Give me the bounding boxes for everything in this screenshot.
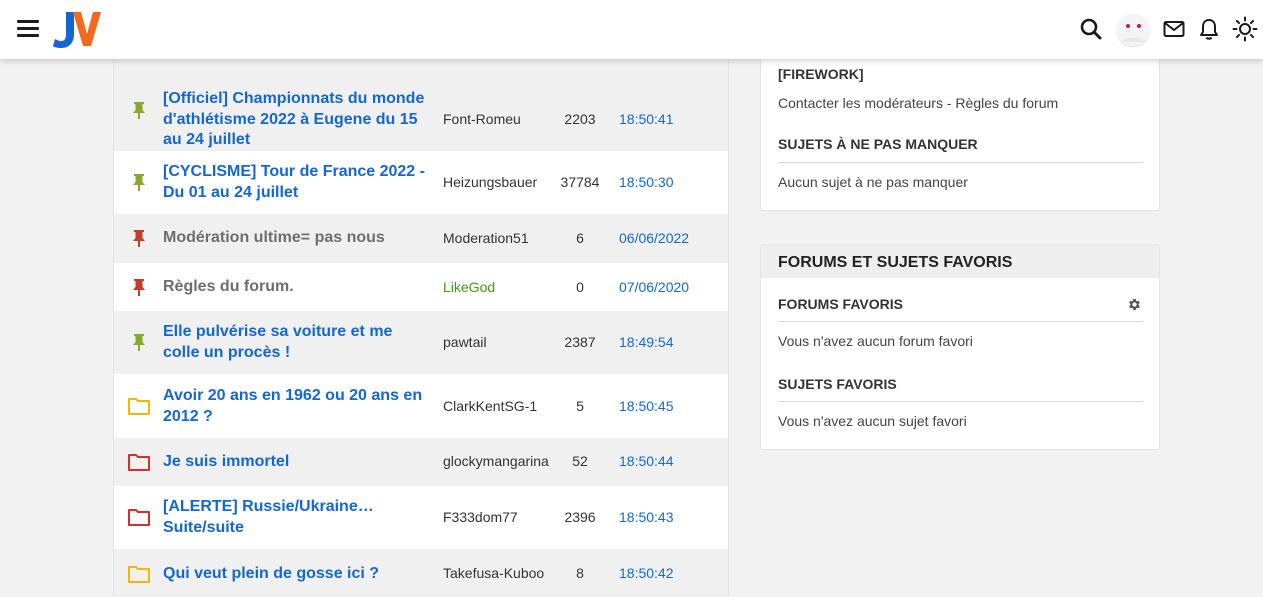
topic-author[interactable]: F333dom77 — [443, 509, 518, 525]
topic-title[interactable]: Règles du forum. — [163, 277, 431, 298]
topic-list-top — [114, 59, 728, 69]
topic-row[interactable]: [Officiel] Championnats du monde d'athlé… — [114, 69, 728, 151]
topic-reply-count: 5 — [576, 398, 584, 414]
topic-author[interactable]: pawtail — [443, 334, 487, 350]
pin-icon — [133, 230, 145, 247]
topic-row[interactable]: Règles du forum. LikeGod 0 07/06/2020 — [114, 263, 728, 311]
jv-logo[interactable]: JV — [52, 10, 102, 50]
topic-last-message[interactable]: 07/06/2020 — [619, 279, 689, 295]
topic-row[interactable]: Qui veut plein de gosse ici ? Takefusa-K… — [114, 549, 728, 597]
topic-row[interactable]: [CYCLISME] Tour de France 2022 - Du 01 a… — [114, 151, 728, 214]
fav-forums-title: FORUMS FAVORIS — [778, 296, 903, 312]
avatar[interactable] — [1117, 14, 1149, 46]
pin-icon — [133, 334, 145, 351]
fav-forums-empty: Vous n'avez aucun forum favori — [778, 333, 973, 349]
topic-row[interactable]: Elle pulvérise sa voiture et me colle un… — [114, 311, 728, 374]
folder-icon — [128, 398, 150, 415]
gear-icon[interactable] — [1127, 297, 1142, 312]
divider — [778, 162, 1143, 163]
topic-row[interactable]: Modération ultime= pas nous Moderation51… — [114, 214, 728, 263]
topic-row[interactable]: Avoir 20 ans en 1962 ou 20 ans en 2012 ?… — [114, 374, 728, 438]
must-see-title: SUJETS À NE PAS MANQUER — [778, 136, 978, 152]
topic-last-message[interactable]: 18:50:30 — [619, 174, 674, 190]
theme-sun-icon[interactable] — [1232, 16, 1258, 42]
topic-last-message[interactable]: 18:50:43 — [619, 509, 674, 525]
must-see-empty: Aucun sujet à ne pas manquer — [778, 174, 968, 190]
topic-row[interactable]: Je suis immortel glockymangarina 52 18:5… — [114, 438, 728, 486]
search-icon[interactable] — [1078, 16, 1104, 42]
menu-icon[interactable] — [17, 20, 39, 38]
topic-author[interactable]: Takefusa-Kuboo — [443, 565, 544, 581]
topic-title[interactable]: Elle pulvérise sa voiture et me colle un… — [163, 322, 431, 363]
fav-topics-empty: Vous n'avez aucun sujet favori — [778, 413, 967, 429]
topic-reply-count: 37784 — [560, 174, 600, 190]
link-separator: - — [942, 95, 956, 111]
folder-icon — [128, 454, 150, 471]
topic-reply-count: 2387 — [564, 334, 596, 350]
folder-icon — [128, 509, 150, 526]
mail-icon[interactable] — [1161, 16, 1187, 42]
topic-reply-count: 2203 — [564, 111, 596, 127]
pin-icon — [133, 174, 145, 191]
topic-reply-count: 52 — [572, 453, 588, 469]
topic-author[interactable]: LikeGod — [443, 279, 495, 295]
topic-last-message[interactable]: 18:50:44 — [619, 453, 674, 469]
topic-author[interactable]: Font-Romeu — [443, 111, 521, 127]
divider — [778, 321, 1143, 322]
favorites-panel-header: FORUMS ET SUJETS FAVORIS — [761, 245, 1159, 278]
topic-list: [Officiel] Championnats du monde d'athlé… — [113, 59, 729, 597]
topic-title[interactable]: Je suis immortel — [163, 452, 431, 473]
topic-author[interactable]: Moderation51 — [443, 230, 529, 246]
moderators-links: Contacter les modérateurs - Règles du fo… — [778, 95, 1058, 111]
topic-reply-count: 8 — [576, 565, 584, 581]
topic-author[interactable]: ClarkKentSG-1 — [443, 398, 537, 414]
moderators-list-tail[interactable]: [FIREWORK] — [778, 66, 864, 82]
topic-reply-count: 0 — [576, 279, 584, 295]
pin-icon — [133, 279, 145, 296]
topic-title[interactable]: Modération ultime= pas nous — [163, 228, 431, 249]
fav-topics-title: SUJETS FAVORIS — [778, 376, 897, 392]
topic-author[interactable]: Heizungsbauer — [443, 174, 537, 190]
pin-icon — [133, 102, 145, 119]
topic-last-message[interactable]: 18:50:41 — [619, 111, 674, 127]
topic-title[interactable]: Qui veut plein de gosse ici ? — [163, 564, 431, 585]
topic-reply-count: 6 — [576, 230, 584, 246]
topic-last-message[interactable]: 18:49:54 — [619, 334, 674, 350]
topic-title[interactable]: [ALERTE] Russie/Ukraine… Suite/suite — [163, 497, 431, 538]
topic-title[interactable]: [Officiel] Championnats du monde d'athlé… — [163, 89, 431, 151]
topic-last-message[interactable]: 18:50:42 — [619, 565, 674, 581]
favorites-panel-title: FORUMS ET SUJETS FAVORIS — [778, 254, 1013, 271]
topic-title[interactable]: [CYCLISME] Tour de France 2022 - Du 01 a… — [163, 162, 431, 203]
topic-last-message[interactable]: 06/06/2022 — [619, 230, 689, 246]
folder-icon — [128, 566, 150, 583]
topic-reply-count: 2396 — [564, 509, 596, 525]
divider — [778, 401, 1143, 402]
topic-author[interactable]: glockymangarina — [443, 453, 549, 469]
bell-icon[interactable] — [1196, 16, 1222, 42]
topic-title[interactable]: Avoir 20 ans en 1962 ou 20 ans en 2012 ? — [163, 386, 431, 427]
top-header: JV — [0, 0, 1263, 59]
topic-last-message[interactable]: 18:50:45 — [619, 398, 674, 414]
topic-row[interactable]: [ALERTE] Russie/Ukraine… Suite/suite F33… — [114, 486, 728, 549]
favorites-panel: FORUMS ET SUJETS FAVORIS FORUMS FAVORIS … — [760, 244, 1160, 450]
forum-rules-link[interactable]: Règles du forum — [955, 95, 1058, 111]
contact-moderators-link[interactable]: Contacter les modérateurs — [778, 95, 943, 111]
